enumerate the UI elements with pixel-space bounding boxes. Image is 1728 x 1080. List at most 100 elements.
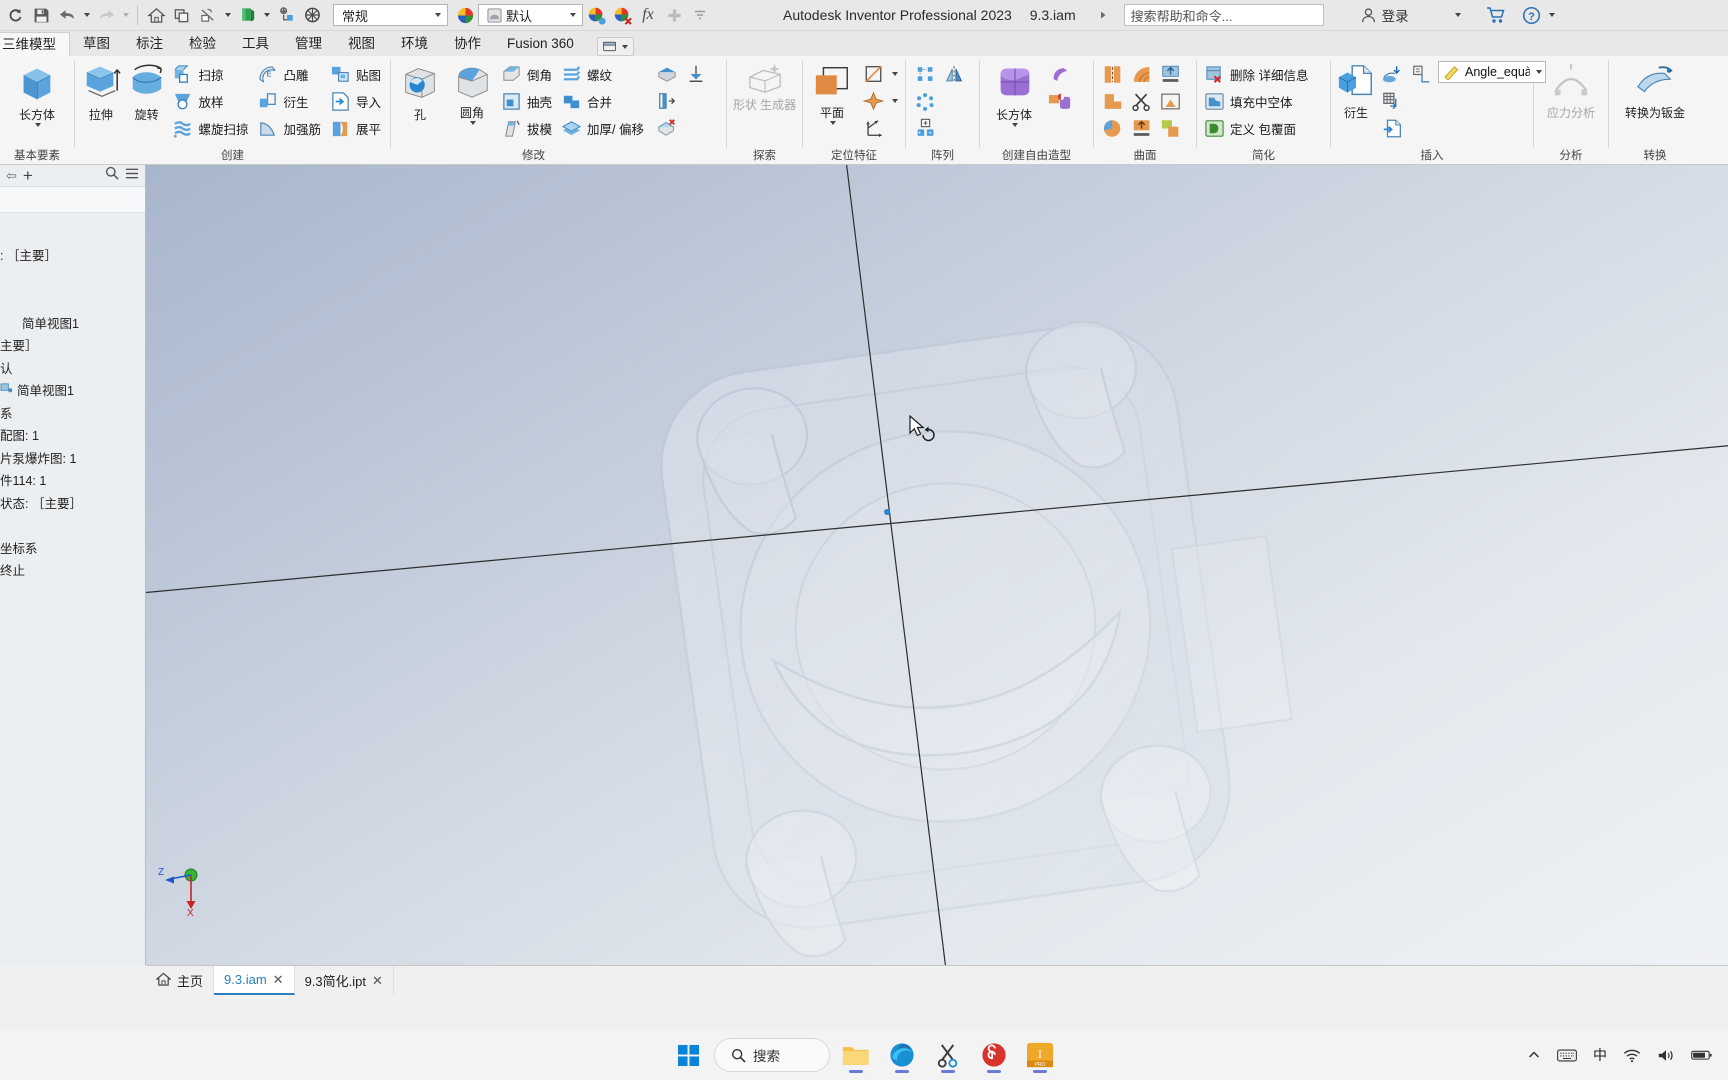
tree-item[interactable]: 件114: 1 xyxy=(0,469,145,492)
boundary-patch-icon[interactable] xyxy=(1099,115,1127,141)
undo-icon[interactable] xyxy=(54,1,80,29)
chevron-down-icon[interactable] xyxy=(469,121,476,125)
extrude-button[interactable]: 拉伸 xyxy=(79,59,123,123)
sketch-visibility-dropdown[interactable] xyxy=(221,1,234,29)
browser-search-bar[interactable] xyxy=(0,187,145,213)
split-icon[interactable] xyxy=(682,61,710,87)
stitch-icon[interactable] xyxy=(1099,61,1127,87)
thread-button[interactable]: 螺纹 xyxy=(559,61,649,87)
chevron-down-icon[interactable] xyxy=(1011,123,1018,127)
tab-view[interactable]: 视图 xyxy=(335,32,388,56)
browser-back-icon[interactable]: ⇦ xyxy=(6,168,17,184)
work-axis-icon[interactable] xyxy=(859,61,887,87)
convert-sheet-metal-button[interactable]: 转换为钣金 xyxy=(1613,59,1697,121)
chevron-down-icon[interactable] xyxy=(429,13,445,17)
ribbon-display-options[interactable] xyxy=(596,37,634,56)
delete-face-icon[interactable] xyxy=(653,115,681,141)
menu-icon[interactable] xyxy=(125,167,139,185)
title-expand-icon[interactable] xyxy=(1090,1,1116,29)
cut-icon[interactable] xyxy=(1128,88,1156,114)
insert-file-icon[interactable] xyxy=(1379,115,1407,141)
draft-button[interactable]: 拔模 xyxy=(499,115,557,141)
remove-details-button[interactable]: 删除 详细信息 xyxy=(1202,61,1313,87)
fx-parameters-button[interactable]: fx xyxy=(635,1,661,29)
chevron-down-icon[interactable] xyxy=(564,13,580,17)
taskbar-search[interactable]: 搜索 xyxy=(714,1038,830,1072)
work-point-icon[interactable] xyxy=(859,88,887,114)
direct-edit-icon[interactable] xyxy=(653,88,681,114)
sketch-visibility-icon[interactable] xyxy=(195,1,221,29)
redo-icon[interactable] xyxy=(93,1,119,29)
import-button[interactable]: 导入 xyxy=(328,88,386,114)
thicken-surf-icon[interactable] xyxy=(1128,115,1156,141)
replace-face-icon[interactable] xyxy=(1157,88,1185,114)
inventor-icon[interactable]: I PRO xyxy=(1020,1035,1060,1075)
appearance-color-icon[interactable] xyxy=(452,1,478,29)
tree-item[interactable]: : ［主要］ xyxy=(0,244,145,267)
clear-appearance-icon[interactable] xyxy=(609,1,635,29)
copy-surface-icon[interactable] xyxy=(1157,115,1185,141)
emboss-button[interactable]: E 凸雕 xyxy=(255,61,326,87)
tree-item[interactable]: 简单视图1 xyxy=(0,311,145,334)
bom-import-icon[interactable] xyxy=(1379,88,1407,114)
tree-item[interactable]: 系 xyxy=(0,401,145,424)
tree-item[interactable]: 主要］ xyxy=(0,334,145,357)
volume-icon[interactable] xyxy=(1650,1038,1682,1072)
wifi-icon[interactable] xyxy=(1616,1038,1648,1072)
box-primitive-button[interactable]: 长方体 xyxy=(7,59,67,127)
unwrap-button[interactable]: 展平 xyxy=(328,115,386,141)
work-plane-button[interactable]: 平面 xyxy=(807,59,857,125)
import-cad-icon[interactable] xyxy=(1379,61,1407,87)
qat-customize-dropdown[interactable] xyxy=(687,1,713,29)
tab-collaborate[interactable]: 协作 xyxy=(441,32,494,56)
sweep-button[interactable]: 扫掠 xyxy=(170,61,253,87)
close-icon[interactable]: ✕ xyxy=(372,973,383,989)
material-icon[interactable] xyxy=(234,1,260,29)
tree-item[interactable]: 简单视图1 xyxy=(0,379,145,402)
select-icon[interactable] xyxy=(299,1,325,29)
close-icon[interactable]: ✕ xyxy=(273,972,284,988)
tree-item[interactable]: 终止 xyxy=(0,559,145,582)
appearance-picker-icon[interactable] xyxy=(583,1,609,29)
chevron-down-icon[interactable] xyxy=(829,121,836,125)
sketch-driven-pattern-icon[interactable] xyxy=(912,115,940,141)
tab-fusion360[interactable]: Fusion 360 xyxy=(494,32,587,56)
material-combo[interactable]: 常规 xyxy=(333,4,448,26)
doc-tab-9-3-iam[interactable]: 9.3.iam ✕ xyxy=(214,966,295,995)
refresh-icon[interactable] xyxy=(2,1,28,29)
ucs-icon[interactable] xyxy=(859,115,887,141)
ime-mode-indicator[interactable]: 中 xyxy=(1586,1038,1614,1072)
cart-icon[interactable] xyxy=(1483,1,1509,29)
chevron-down-icon[interactable] xyxy=(34,123,41,127)
graphics-viewport[interactable]: Z X xyxy=(146,165,1728,965)
save-icon[interactable] xyxy=(28,1,54,29)
decal-button[interactable]: 贴图 xyxy=(328,61,386,87)
home-icon[interactable] xyxy=(143,1,169,29)
shell-face-icon[interactable] xyxy=(653,61,681,87)
trim-surface-icon[interactable] xyxy=(1099,88,1127,114)
browser-add-icon[interactable]: + xyxy=(23,167,33,184)
mirror-icon[interactable] xyxy=(941,61,969,87)
show-hidden-icons-chevron[interactable] xyxy=(1520,1038,1548,1072)
edge-browser-icon[interactable] xyxy=(882,1035,922,1075)
add-to-qat-button[interactable] xyxy=(661,1,687,29)
revolve-button[interactable]: 旋转 xyxy=(125,59,169,123)
combine-button[interactable]: 合并 xyxy=(559,88,649,114)
import-point-icon[interactable] xyxy=(1408,61,1436,87)
freeform-surface-icon[interactable] xyxy=(1046,61,1074,87)
equation-combo[interactable]: Angle_equà xyxy=(1438,61,1546,83)
loft-button[interactable]: 放样 xyxy=(170,88,253,114)
tree-item[interactable]: 认 xyxy=(0,356,145,379)
appearance-combo[interactable]: 默认 xyxy=(478,4,583,26)
tab-inspect[interactable]: 检验 xyxy=(176,32,229,56)
undo-dropdown[interactable] xyxy=(80,1,93,29)
tree-item[interactable]: 坐标系 xyxy=(0,536,145,559)
define-envelope-button[interactable]: 定义 包覆面 xyxy=(1202,115,1313,141)
chamfer-button[interactable]: 倒角 xyxy=(499,61,557,87)
sculpt-icon[interactable] xyxy=(1128,61,1156,87)
freeform-box-button[interactable]: 长方体 xyxy=(984,59,1044,127)
shell-button[interactable]: 抽壳 xyxy=(499,88,557,114)
shape-generator-button[interactable]: 形状 生成器 xyxy=(731,59,798,112)
keyboard-icon[interactable] xyxy=(1550,1038,1584,1072)
tab-tools[interactable]: 工具 xyxy=(229,32,282,56)
